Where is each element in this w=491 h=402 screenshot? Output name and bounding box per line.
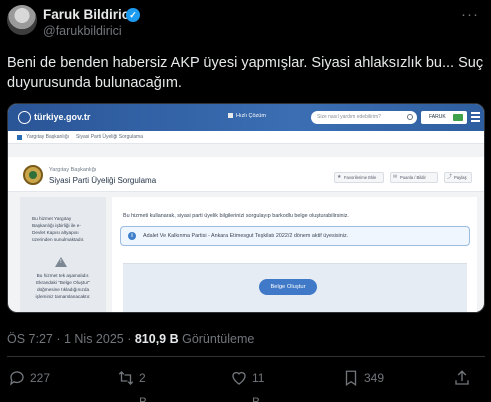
institution-name: Yargıtay Başkanlığı	[49, 167, 97, 173]
author-avatar[interactable]	[7, 5, 37, 35]
action-area: Belge Oluştur	[123, 263, 467, 312]
home-icon	[17, 135, 22, 140]
verified-badge-icon: ✓	[126, 8, 140, 22]
edevlet-topbar: türkiye.gov.tr Hızlı Çözüm Size nasıl ya…	[8, 104, 484, 131]
view-count: 810,9 B	[134, 332, 179, 346]
favorite-button: Favorilerime Ekle	[334, 172, 384, 183]
edevlet-logo: türkiye.gov.tr	[18, 110, 110, 125]
edevlet-search: Size nasıl yardım edebilirim?	[311, 111, 417, 124]
heart-icon	[232, 371, 246, 385]
share-icon	[455, 370, 469, 385]
view-label: Görüntüleme	[178, 332, 255, 346]
breadcrumb-item: Yargıtay Başkanlığı	[26, 134, 69, 140]
post-time[interactable]: ÖS 7:27 · 1 Nis 2025 ·	[7, 332, 135, 346]
hamburger-menu-icon	[471, 112, 480, 123]
divider	[7, 356, 485, 357]
membership-info-box: i Adalet Ve Kalkınma Partisi - Ankara Et…	[120, 226, 470, 246]
bookmark-count: 349	[364, 371, 385, 385]
breadcrumb: Yargıtay Başkanlığı Siyasi Parti Üyeliği…	[8, 131, 484, 144]
attached-image[interactable]: türkiye.gov.tr Hızlı Çözüm Size nasıl ya…	[7, 103, 485, 313]
sidebar-info-text: Bu hizmet Yargıtay Başkanlığı işbirliği …	[32, 216, 85, 242]
quick-solution-link: Hızlı Çözüm	[228, 113, 266, 119]
action-bar: 227 2 B 11 B 349	[0, 366, 491, 402]
repost-icon	[118, 371, 134, 385]
like-count: 11 B	[252, 371, 265, 402]
sidebar-step-text: Bu hizmet tek aşamalıdır. Ekrandaki "Bel…	[35, 273, 91, 299]
bookmark-icon	[345, 370, 357, 387]
repost-count: 2 B	[139, 371, 148, 402]
reply-count: 227	[30, 371, 51, 385]
create-document-button: Belge Oluştur	[259, 279, 317, 295]
service-main: Bu hizmeti kullanarak, siyasi parti üyel…	[112, 197, 477, 312]
service-sidebar: Bu hizmet Yargıtay Başkanlığı işbirliği …	[20, 197, 106, 312]
service-intro: Bu hizmeti kullanarak, siyasi parti üyel…	[123, 213, 349, 219]
warning-icon	[55, 257, 67, 267]
yargitay-emblem	[23, 165, 43, 185]
post-meta: ÖS 7:27 · 1 Nis 2025 · 810,9 B Görüntüle…	[7, 332, 254, 346]
share-button: Paylaş	[444, 172, 472, 183]
search-icon	[407, 114, 413, 120]
service-title: Siyasi Parti Üyeliği Sorgulama	[49, 176, 157, 185]
author-name[interactable]: Faruk Bildirici	[43, 7, 133, 22]
service-header: Yargıtay Başkanlığı Siyasi Parti Üyeliği…	[8, 157, 484, 192]
tweet-text: Beni de benden habersiz AKP üyesi yapmış…	[7, 55, 484, 91]
tweet-post: Faruk Bildirici ✓ @farukbildirici ··· Be…	[0, 0, 491, 402]
author-handle[interactable]: @farukbildirici	[43, 24, 122, 38]
membership-info-text: Adalet Ve Kalkınma Partisi - Ankara Etim…	[143, 233, 349, 239]
reply-icon	[9, 371, 24, 386]
info-icon: i	[128, 232, 136, 240]
more-options-icon[interactable]: ···	[461, 6, 479, 23]
breadcrumb-item: Siyasi Parti Üyeliği Sorgulama	[76, 134, 143, 140]
rate-button: Puanla / Bildir	[390, 172, 438, 183]
user-menu: FARUK	[421, 111, 467, 124]
